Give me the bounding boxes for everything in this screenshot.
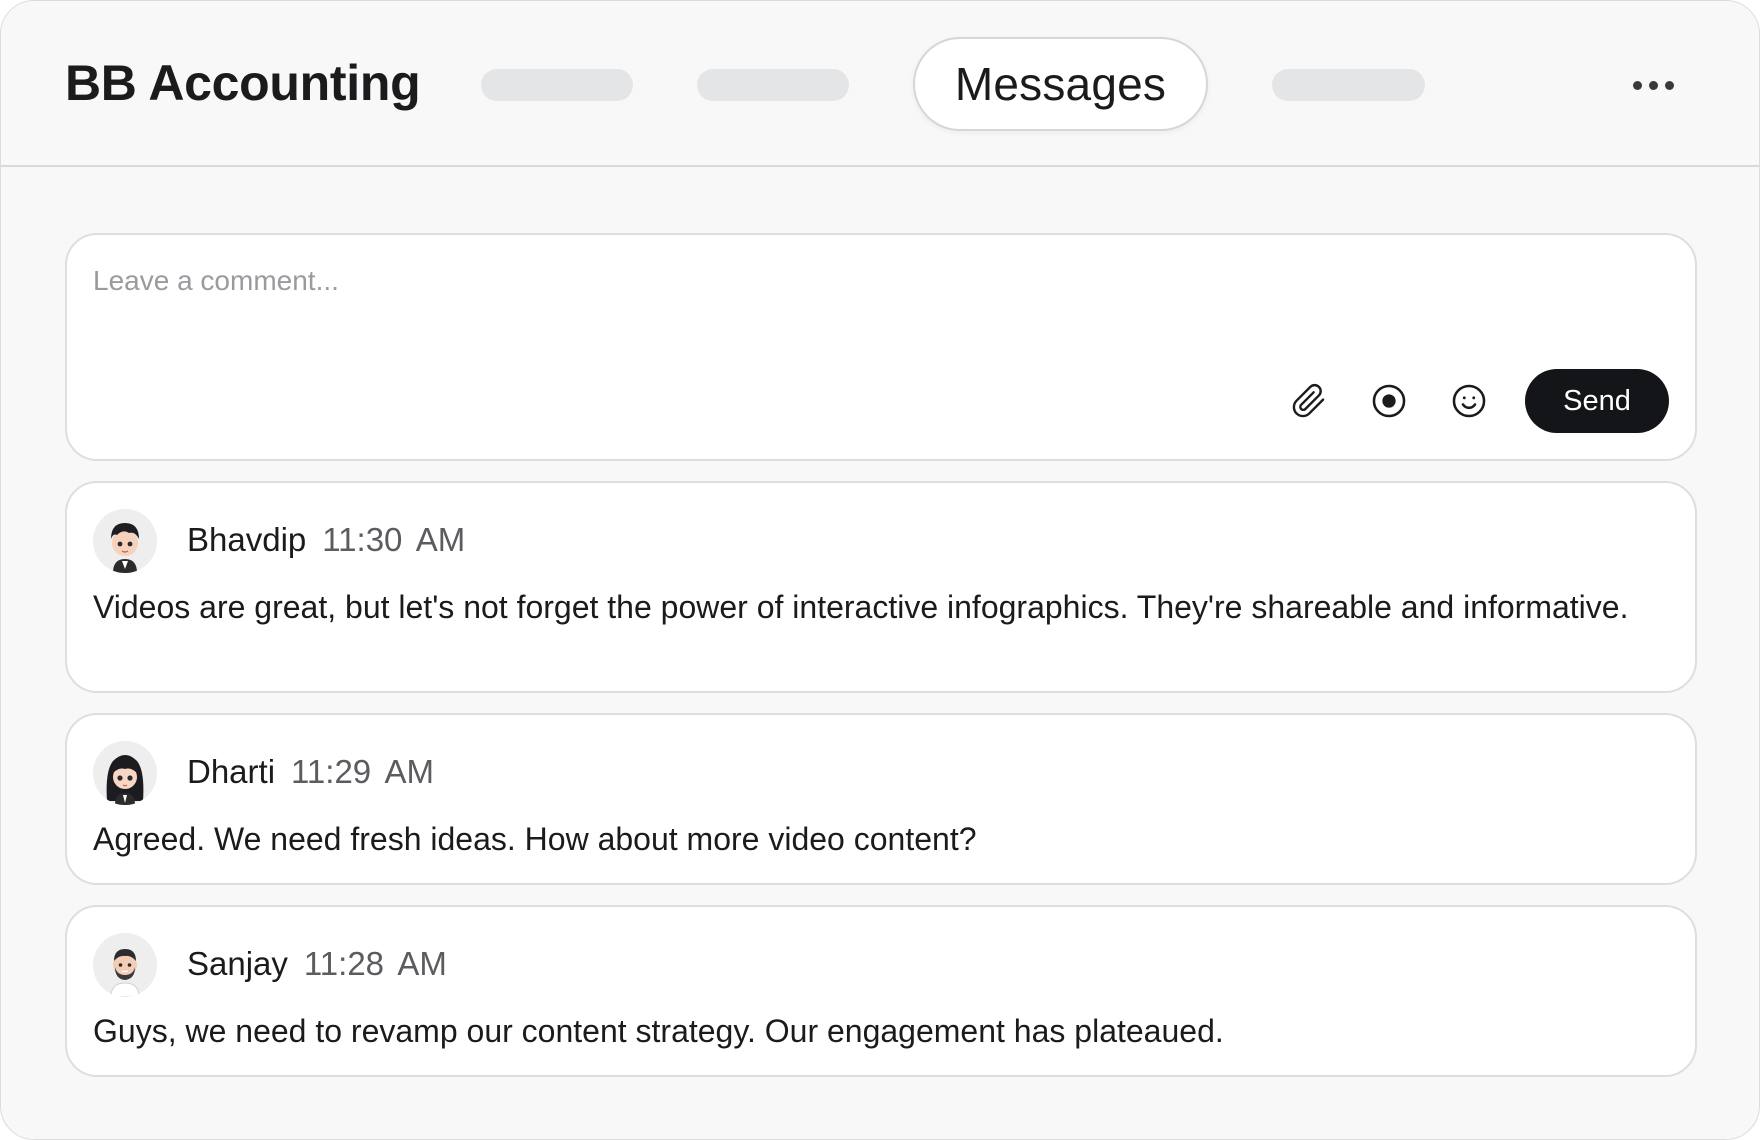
more-horizontal-icon bbox=[1632, 80, 1642, 90]
send-button[interactable]: Send bbox=[1525, 369, 1669, 433]
top-nav: BB Accounting Messages bbox=[1, 1, 1759, 167]
record-icon bbox=[1372, 384, 1406, 418]
composer-toolbar: Send bbox=[1287, 369, 1669, 433]
tab-placeholder-2[interactable] bbox=[697, 69, 849, 101]
more-dot bbox=[1648, 80, 1658, 90]
more-options-button[interactable] bbox=[1623, 65, 1683, 105]
avatar-girl-icon bbox=[93, 741, 157, 805]
emoji-button[interactable] bbox=[1447, 379, 1491, 423]
message-text: Agreed. We need fresh ideas. How about m… bbox=[93, 821, 977, 857]
tab-placeholder-4[interactable] bbox=[1272, 69, 1425, 101]
comment-input[interactable] bbox=[93, 265, 1653, 355]
app-window: BB Accounting Messages Leave a comment..… bbox=[0, 0, 1760, 1140]
record-button[interactable] bbox=[1367, 379, 1411, 423]
more-dot bbox=[1664, 80, 1674, 90]
message-meta: Dharti 11:29 AM bbox=[187, 753, 434, 791]
message-meta: Sanjay 11:28 AM bbox=[187, 945, 447, 983]
avatar bbox=[93, 933, 157, 997]
message-card: Sanjay 11:28 AM Guys, we need to revamp … bbox=[65, 905, 1697, 1077]
message-author: Sanjay bbox=[187, 945, 288, 982]
tab-placeholder-1[interactable] bbox=[481, 69, 633, 101]
message-card: Bhavdip 11:30 AM Videos are great, but l… bbox=[65, 481, 1697, 693]
message-text: Guys, we need to revamp our content stra… bbox=[93, 1013, 1224, 1049]
avatar-man-icon bbox=[93, 933, 157, 997]
avatar bbox=[93, 741, 157, 805]
message-time: 11:28 AM bbox=[303, 945, 447, 982]
message-time: 11:30 AM bbox=[322, 521, 466, 558]
avatar bbox=[93, 509, 157, 573]
tab-messages[interactable]: Messages bbox=[913, 37, 1208, 131]
message-time: 11:29 AM bbox=[291, 753, 435, 790]
message-meta: Bhavdip 11:30 AM bbox=[187, 521, 465, 559]
app-title: BB Accounting bbox=[65, 55, 421, 111]
avatar-boy-icon bbox=[93, 509, 157, 573]
message-author: Bhavdip bbox=[187, 521, 307, 558]
comment-composer: Send bbox=[65, 233, 1697, 461]
smiley-icon bbox=[1452, 384, 1486, 418]
message-card: Dharti 11:29 AM Agreed. We need fresh id… bbox=[65, 713, 1697, 885]
message-author: Dharti bbox=[187, 753, 276, 790]
paperclip-icon bbox=[1292, 384, 1325, 418]
attach-button[interactable] bbox=[1287, 379, 1331, 423]
message-text: Videos are great, but let's not forget t… bbox=[93, 589, 1629, 625]
